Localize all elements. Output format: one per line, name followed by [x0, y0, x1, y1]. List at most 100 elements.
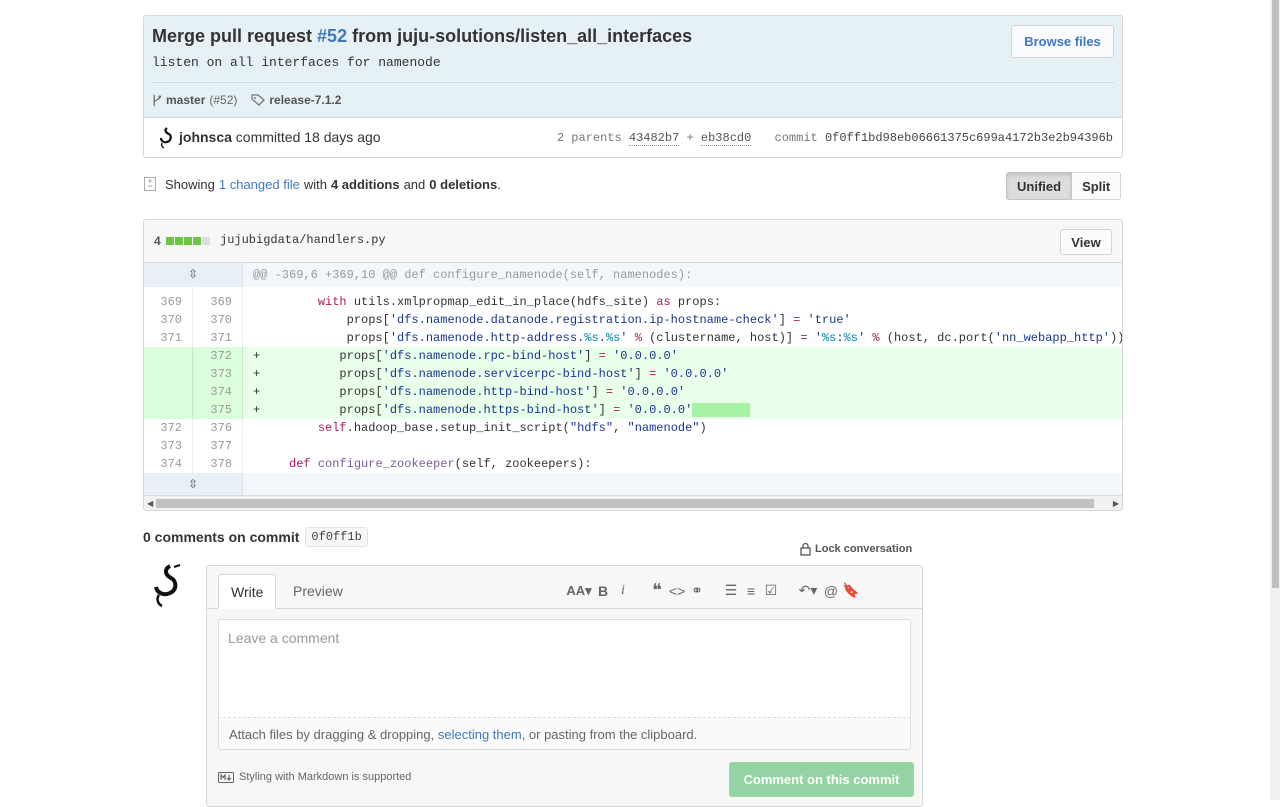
expand-icon[interactable]: ⇳: [144, 473, 243, 497]
old-line-number[interactable]: 374: [144, 455, 193, 473]
markdown-note: Styling with Markdown is supported: [218, 771, 411, 783]
pr-link[interactable]: #52: [317, 26, 347, 46]
code-line: + props['dfs.namenode.rpc-bind-host'] = …: [253, 349, 678, 363]
file-diff-icon: [144, 177, 156, 191]
code-line: with utils.xmlpropmap_edit_in_place(hdfs…: [317, 295, 722, 309]
comment-submit-button[interactable]: Comment on this commit: [729, 762, 914, 797]
code-line: + props['dfs.namenode.http-bind-host'] =…: [253, 385, 686, 399]
new-line-number[interactable]: 374: [193, 383, 243, 401]
reply-icon[interactable]: ↶▾: [795, 582, 821, 599]
split-button[interactable]: Split: [1072, 172, 1122, 200]
tab-preview[interactable]: Preview: [281, 574, 355, 608]
new-line-number[interactable]: 376: [193, 419, 243, 437]
additions-count: 4 additions: [330, 176, 400, 192]
select-files-link[interactable]: selecting them: [438, 727, 522, 742]
new-line-number[interactable]: 373: [193, 365, 243, 383]
old-line-number[interactable]: 370: [144, 311, 193, 329]
code-line: + props['dfs.namenode.servicerpc-bind-ho…: [253, 367, 729, 381]
quote-icon[interactable]: ❝: [647, 580, 667, 601]
diff-line: 372 376 self.hadoop_base.setup_init_scrip…: [144, 419, 1122, 437]
hunk-header: @@ -369,6 +369,10 @@ def configure_namen…: [253, 268, 693, 282]
italic-icon[interactable]: i: [613, 583, 633, 599]
markdown-note-text: Styling with Markdown is supported: [239, 771, 412, 783]
bulleted-list-icon[interactable]: ☰: [721, 582, 741, 599]
diff-table: ⇳ @@ -369,6 +369,10 @@ def configure_nam…: [144, 263, 1122, 497]
new-line-number[interactable]: 377: [193, 437, 243, 455]
diff-line: 374 378 def configure_zookeeper(self, zoo…: [144, 455, 1122, 473]
expand-icon[interactable]: ⇳: [144, 263, 243, 287]
old-line-number[interactable]: 373: [144, 437, 193, 455]
hunk-header-row: ⇳ @@ -369,6 +369,10 @@ def configure_nam…: [144, 263, 1122, 287]
tag-icon: [251, 94, 266, 106]
old-line-number[interactable]: [144, 347, 193, 365]
file-header: 4 jujubigdata/handlers.py View: [144, 220, 1122, 263]
divider: [152, 82, 1114, 83]
diff-summary: Showing 1 changed file with 4 additions …: [143, 176, 501, 192]
commit-header: Merge pull request #52 from juju-solutio…: [143, 15, 1123, 158]
showing-label: Showing: [165, 176, 215, 192]
commit-title-prefix: Merge pull request: [152, 26, 318, 46]
author-name[interactable]: johnsca: [179, 129, 232, 145]
file-path[interactable]: jujubigdata/handlers.py: [220, 233, 386, 247]
old-line-number[interactable]: 372: [144, 419, 193, 437]
commit-label: commit: [774, 131, 818, 145]
numbered-list-icon[interactable]: ≡: [741, 583, 761, 599]
old-line-number[interactable]: [144, 365, 193, 383]
deletions-count: 0 deletions: [429, 176, 498, 192]
parents-label: 2 parents: [556, 131, 622, 145]
commit-meta: johnsca committed 18 days ago 2 parents …: [144, 118, 1122, 157]
view-file-button[interactable]: View: [1060, 229, 1112, 255]
lock-conversation-button[interactable]: Lock conversation: [800, 542, 912, 556]
diffstat: 4: [154, 234, 210, 248]
parent-sha-2[interactable]: eb38cd0: [700, 131, 752, 146]
new-line-number[interactable]: 378: [193, 455, 243, 473]
old-line-number[interactable]: 369: [144, 293, 193, 311]
diff-line: 371 371 props['dfs.namenode.http-address.…: [144, 329, 1122, 347]
old-line-number[interactable]: 371: [144, 329, 193, 347]
bold-icon[interactable]: B: [593, 583, 613, 599]
new-line-number[interactable]: 371: [193, 329, 243, 347]
page-scrollbar[interactable]: [1270, 0, 1280, 800]
branch-name[interactable]: master: [166, 93, 205, 107]
avatar[interactable]: [157, 127, 177, 149]
comments-count: 0 comments on commit: [143, 529, 300, 545]
comment-textarea[interactable]: [219, 620, 910, 717]
short-sha: 0f0ff1b: [305, 527, 368, 547]
scrollbar-thumb[interactable]: [156, 499, 1094, 508]
comment-tabs: Write Preview AA▾ B i ❝ <> ⚭ ☰ ≡ ☑ ↶▾ @ …: [207, 566, 922, 609]
new-line-number[interactable]: 370: [193, 311, 243, 329]
changed-files-link[interactable]: 1 changed file: [219, 177, 300, 192]
code-line: + props['dfs.namenode.https-bind-host'] …: [243, 401, 1122, 419]
link-icon[interactable]: ⚭: [687, 582, 707, 599]
mention-icon[interactable]: @: [821, 583, 841, 599]
markdown-toolbar: AA▾ B i ❝ <> ⚭ ☰ ≡ ☑ ↶▾ @ 🔖: [565, 580, 861, 601]
scroll-left-icon[interactable]: ◀: [147, 499, 153, 508]
task-list-icon[interactable]: ☑: [761, 582, 781, 599]
tab-write[interactable]: Write: [218, 574, 277, 609]
file-drop-zone[interactable]: Attach files by dragging & dropping, sel…: [218, 717, 911, 750]
markdown-icon[interactable]: [218, 771, 234, 783]
diff-line-added: 372 + props['dfs.namenode.rpc-bind-host'…: [144, 347, 1122, 365]
avatar[interactable]: [150, 564, 186, 608]
new-line-number[interactable]: 369: [193, 293, 243, 311]
tag-name[interactable]: release-7.1.2: [269, 93, 341, 107]
browse-files-button[interactable]: Browse files: [1011, 25, 1114, 58]
old-line-number[interactable]: [144, 383, 193, 401]
text-size-icon[interactable]: AA▾: [565, 583, 593, 599]
diff-line: 369 369 with utils.xmlpropmap_edit_in_pla…: [144, 293, 1122, 311]
page-scrollbar-thumb[interactable]: [1272, 0, 1279, 588]
comment-textarea-wrap: [218, 619, 911, 717]
commit-description: listen on all interfaces for namenode: [152, 55, 441, 70]
horizontal-scrollbar[interactable]: ◀ ▶: [144, 495, 1122, 510]
new-line-number[interactable]: 375: [193, 401, 243, 419]
code-icon[interactable]: <>: [667, 583, 687, 599]
diff-view-toggle: Unified Split: [1006, 172, 1122, 200]
old-line-number[interactable]: [144, 401, 193, 419]
bookmark-icon[interactable]: 🔖: [841, 582, 861, 599]
parent-sha-1[interactable]: 43482b7: [628, 131, 680, 146]
scroll-right-icon[interactable]: ▶: [1113, 499, 1119, 508]
new-line-number[interactable]: 372: [193, 347, 243, 365]
branch-info: master (#52) release-7.1.2: [152, 93, 341, 107]
unified-button[interactable]: Unified: [1006, 172, 1073, 200]
comments-heading: 0 comments on commit 0f0ff1b: [143, 527, 368, 547]
